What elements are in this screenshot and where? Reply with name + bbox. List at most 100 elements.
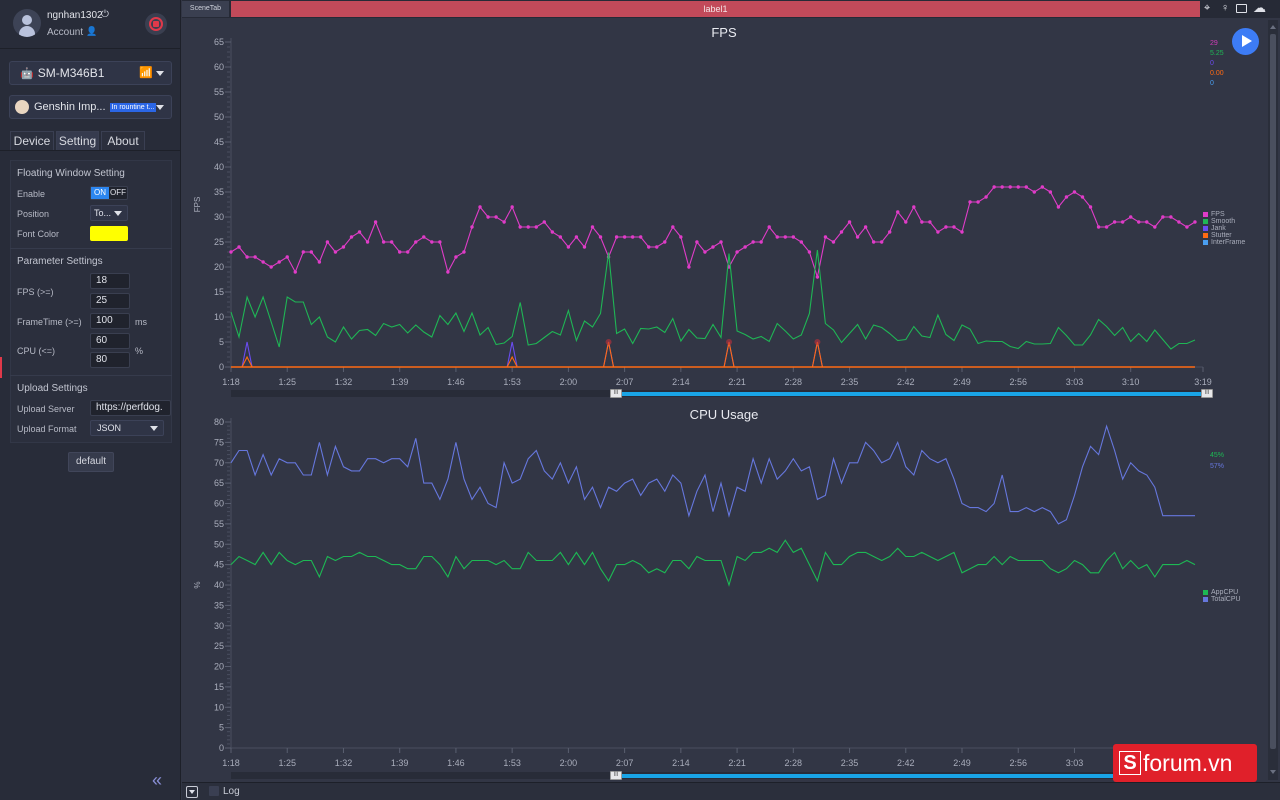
data-point-fps bbox=[1193, 220, 1197, 224]
data-point-fps bbox=[590, 225, 595, 229]
data-point-fps bbox=[663, 240, 667, 244]
data-point-fps bbox=[1008, 185, 1012, 189]
x-tick-label: 2:49 bbox=[953, 758, 971, 768]
data-point-fps bbox=[574, 235, 579, 239]
scroll-up-arrow[interactable] bbox=[1270, 25, 1276, 29]
x-tick-label: 3:03 bbox=[1066, 377, 1084, 387]
cpu-time-range-slider[interactable]: III bbox=[231, 771, 1213, 780]
data-point-fps bbox=[1096, 225, 1101, 229]
y-tick-label: 40 bbox=[214, 580, 224, 590]
y-tick-label: 30 bbox=[214, 621, 224, 631]
data-point-fps bbox=[486, 215, 490, 219]
y-axis-label: % bbox=[193, 581, 202, 588]
fps-time-range-slider[interactable]: III III bbox=[231, 389, 1213, 398]
event-spike-jank bbox=[811, 341, 823, 368]
data-point-fps bbox=[984, 195, 988, 199]
data-point-fps bbox=[558, 235, 563, 239]
data-point-fps bbox=[871, 240, 876, 244]
x-tick-label: 1:25 bbox=[278, 758, 296, 768]
data-point-fps bbox=[791, 235, 796, 239]
x-tick-label: 1:39 bbox=[391, 758, 409, 768]
data-point-fps bbox=[1064, 195, 1069, 199]
data-point-fps bbox=[767, 225, 771, 229]
y-tick-label: 60 bbox=[214, 62, 224, 72]
data-point-fps bbox=[349, 235, 354, 239]
data-point-fps bbox=[647, 245, 651, 249]
log-checkbox[interactable] bbox=[209, 786, 219, 796]
range-end-handle[interactable]: III bbox=[1201, 389, 1213, 398]
x-tick-label: 3:19 bbox=[1194, 377, 1212, 387]
data-point-fps bbox=[229, 250, 233, 254]
event-spike-jank bbox=[723, 341, 735, 368]
x-tick-label: 1:25 bbox=[278, 377, 296, 387]
legend-fps[interactable]: FPS bbox=[1203, 211, 1225, 218]
x-tick-label: 2:07 bbox=[616, 377, 634, 387]
range-start-handle[interactable]: III bbox=[610, 771, 622, 780]
scrollbar-thumb[interactable] bbox=[1270, 34, 1276, 749]
current-fps: 29 bbox=[1210, 40, 1218, 47]
legend-appcpu[interactable]: AppCPU bbox=[1203, 589, 1238, 596]
data-point-fps bbox=[928, 220, 932, 224]
data-point-fps bbox=[671, 225, 675, 229]
legend-stutter[interactable]: Stutter bbox=[1203, 232, 1232, 239]
y-tick-label: 35 bbox=[214, 187, 224, 197]
event-spike-jank bbox=[603, 341, 615, 368]
data-point-fps bbox=[879, 240, 884, 244]
data-point-fps bbox=[863, 225, 868, 229]
data-point-fps bbox=[904, 220, 908, 224]
y-tick-label: 15 bbox=[214, 287, 224, 297]
x-tick-label: 1:18 bbox=[222, 758, 240, 768]
data-point-fps bbox=[325, 240, 330, 244]
range-start-handle[interactable]: III bbox=[610, 389, 622, 398]
data-point-fps bbox=[1145, 220, 1149, 224]
data-point-fps bbox=[1169, 215, 1173, 219]
stutter-marker bbox=[814, 339, 821, 345]
vertical-scrollbar[interactable] bbox=[1268, 20, 1278, 780]
current-stutter: 0.00 bbox=[1210, 70, 1224, 77]
data-point-fps bbox=[381, 240, 386, 244]
y-tick-label: 65 bbox=[214, 37, 224, 47]
data-point-fps bbox=[446, 270, 450, 274]
data-point-fps bbox=[622, 235, 627, 239]
stutter-marker bbox=[605, 339, 612, 345]
legend-label: Stutter bbox=[1211, 232, 1232, 239]
data-point-fps bbox=[438, 240, 442, 244]
data-point-fps bbox=[1129, 215, 1133, 219]
data-point-fps bbox=[630, 235, 635, 239]
y-tick-label: 70 bbox=[214, 458, 224, 468]
bottom-bar: Log bbox=[182, 782, 1280, 800]
data-point-fps bbox=[960, 230, 964, 234]
data-point-fps bbox=[1080, 195, 1085, 199]
y-tick-label: 55 bbox=[214, 519, 224, 529]
data-point-fps bbox=[414, 240, 418, 244]
y-tick-label: 10 bbox=[214, 702, 224, 712]
scroll-down-arrow[interactable] bbox=[1270, 770, 1276, 774]
x-tick-label: 2:21 bbox=[728, 758, 746, 768]
data-point-fps bbox=[799, 240, 804, 244]
log-dropdown-button[interactable] bbox=[186, 786, 198, 798]
legend-interframe[interactable]: InterFrame bbox=[1203, 239, 1245, 246]
legend-totalcpu[interactable]: TotalCPU bbox=[1203, 596, 1241, 603]
data-point-fps bbox=[775, 235, 779, 239]
data-point-fps bbox=[566, 245, 571, 249]
y-tick-label: 0 bbox=[219, 362, 224, 372]
y-tick-label: 30 bbox=[214, 212, 224, 222]
data-point-fps bbox=[839, 230, 844, 234]
event-spike-stutter bbox=[603, 341, 615, 368]
data-point-fps bbox=[1153, 225, 1157, 229]
y-tick-label: 50 bbox=[214, 112, 224, 122]
series-line-fps bbox=[230, 186, 1196, 280]
data-point-fps bbox=[679, 235, 683, 239]
watermark-text: forum.vn bbox=[1143, 749, 1233, 776]
data-point-fps bbox=[1032, 190, 1037, 194]
data-point-fps bbox=[253, 255, 257, 259]
play-button[interactable] bbox=[1232, 28, 1259, 55]
y-tick-label: 80 bbox=[214, 417, 224, 427]
y-tick-label: 45 bbox=[214, 560, 224, 570]
data-point-fps bbox=[847, 220, 852, 224]
legend-smooth[interactable]: Smooth bbox=[1203, 218, 1235, 225]
data-point-fps bbox=[912, 205, 916, 209]
data-point-fps bbox=[397, 250, 402, 254]
legend-jank[interactable]: Jank bbox=[1203, 225, 1226, 232]
stutter-marker bbox=[726, 339, 733, 345]
